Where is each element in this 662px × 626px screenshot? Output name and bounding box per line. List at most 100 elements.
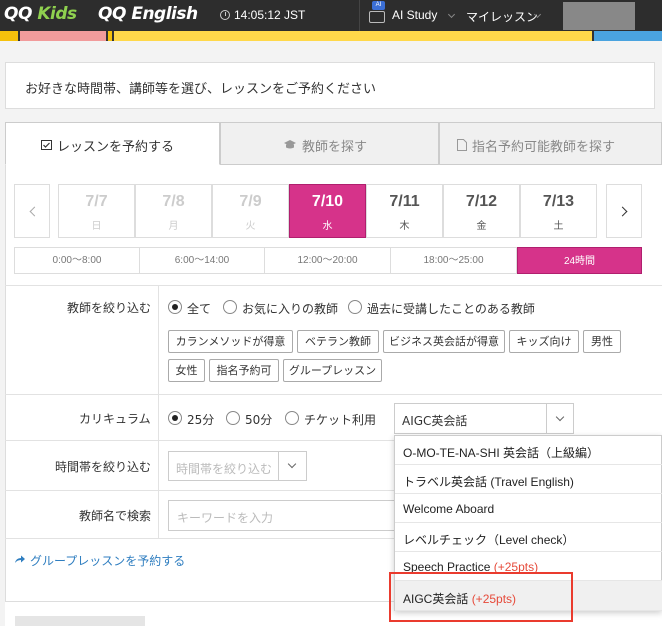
date-7-11[interactable]: 7/11 木: [366, 184, 443, 238]
teacher-filter-label: 教師を絞り込む: [67, 301, 152, 315]
chip-business-english[interactable]: ビジネス英会話が得意: [383, 330, 505, 353]
time-range-selector: 0:00〜8:00 6:00〜14:00 12:00〜20:00 18:00〜2…: [14, 247, 642, 274]
current-time: 14:05:12 JST: [234, 8, 306, 22]
radio-ticket-label[interactable]: チケット利用: [304, 411, 376, 428]
prev-week-button[interactable]: [14, 184, 50, 238]
date-weekday: 月: [168, 221, 179, 232]
time-filter-label: 時間帯を絞り込む: [55, 460, 152, 474]
graduation-cap-icon: [284, 140, 296, 149]
nav-ai-study[interactable]: AI Study: [392, 8, 437, 22]
date-weekday: 水: [322, 221, 333, 232]
curriculum-label: カリキュラム: [79, 412, 151, 426]
dropdown-option-welcome-aboard[interactable]: Welcome Aboard: [395, 494, 662, 523]
banner-segment: [592, 31, 662, 41]
date-number: 7/13: [542, 193, 575, 210]
highlight-annotation-box: [389, 572, 573, 622]
column-divider: [158, 285, 159, 538]
date-number: 7/12: [465, 193, 498, 210]
dropdown-option-travel-english[interactable]: トラベル英会話 (Travel English): [395, 465, 662, 494]
chevron-down-icon: [555, 412, 565, 422]
tab-find-teacher-label: 教師を探す: [302, 140, 368, 155]
radio-50min[interactable]: [226, 411, 240, 425]
banner-segment: [18, 31, 108, 41]
time-range-6-14[interactable]: 6:00〜14:00: [140, 248, 265, 273]
chevron-down-icon: [447, 10, 456, 19]
date-7-8: 7/8 月: [135, 184, 212, 238]
date-7-7: 7/7 日: [58, 184, 135, 238]
date-number: 7/9: [239, 193, 262, 210]
share-arrow-icon: [15, 555, 25, 563]
row-divider: [5, 285, 662, 286]
curriculum-select-value: AIGC英会話: [402, 414, 468, 428]
chevron-left-icon: [29, 206, 40, 217]
radio-25min[interactable]: [168, 411, 182, 425]
radio-past-teachers-label[interactable]: 過去に受講したことのある教師: [367, 300, 535, 317]
date-weekday: 日: [91, 221, 102, 232]
instruction-box: お好きな時間帯、講師等を選び、レッスンをご予約ください: [5, 62, 655, 109]
group-lesson-link[interactable]: グループレッスンを予約する: [30, 552, 185, 569]
option-text: O-MO-TE-NA-SHI 英会話（上級編）: [403, 446, 599, 460]
time-filter-placeholder: 時間帯を絞り込む: [176, 462, 273, 476]
date-7-13[interactable]: 7/13 土: [520, 184, 597, 238]
dropdown-option-omotenashi[interactable]: O-MO-TE-NA-SHI 英会話（上級編）: [395, 436, 662, 465]
chip-designated[interactable]: 指名予約可: [209, 359, 279, 382]
option-text: トラベル英会話 (Travel English): [403, 475, 574, 489]
chip-veteran[interactable]: ベテラン教師: [297, 330, 379, 353]
date-weekday: 土: [553, 221, 564, 232]
calendar-check-icon: [41, 140, 52, 150]
option-text: レベルチェック（Level check）: [403, 533, 575, 547]
radio-favorite-teachers-label[interactable]: お気に入りの教師: [242, 300, 338, 317]
top-navigation-bar: QQ Kids QQ English 14:05:12 JST AI AI St…: [0, 0, 662, 31]
promo-banner[interactable]: [0, 31, 662, 41]
chip-group-lesson[interactable]: グループレッスン: [283, 359, 382, 382]
date-number: 7/11: [389, 193, 420, 210]
account-menu[interactable]: [563, 2, 635, 30]
teacher-name-input[interactable]: キーワードを入力: [168, 500, 408, 531]
next-week-button[interactable]: [606, 184, 642, 238]
clock-icon: [220, 10, 230, 20]
qq-kids-logo[interactable]: QQ Kids: [4, 4, 77, 24]
date-number: 7/10: [311, 193, 344, 210]
document-icon: [457, 139, 467, 151]
radio-all-teachers-label[interactable]: 全て: [187, 300, 211, 317]
ai-study-icon: [369, 11, 385, 23]
teacher-name-placeholder: キーワードを入力: [177, 511, 274, 525]
date-number: 7/8: [162, 193, 185, 210]
qq-english-logo[interactable]: QQ English: [98, 4, 198, 24]
date-7-12[interactable]: 7/12 金: [443, 184, 520, 238]
radio-ticket[interactable]: [285, 411, 299, 425]
date-7-9: 7/9 火: [212, 184, 289, 238]
chip-callan-method[interactable]: カランメソッドが得意: [168, 330, 293, 353]
ai-badge: AI: [372, 1, 385, 10]
radio-favorite-teachers[interactable]: [223, 300, 237, 314]
time-range-12-20[interactable]: 12:00〜20:00: [265, 248, 391, 273]
curriculum-select[interactable]: AIGC英会話: [394, 403, 574, 434]
radio-50min-label[interactable]: 50分: [245, 411, 272, 428]
bottom-placeholder: [15, 616, 145, 626]
dropdown-option-level-check[interactable]: レベルチェック（Level check）: [395, 523, 662, 552]
date-weekday: 木: [399, 221, 410, 232]
select-divider: [546, 404, 547, 433]
chip-female[interactable]: 女性: [168, 359, 205, 382]
tab-book-lesson[interactable]: レッスンを予約する: [5, 122, 220, 165]
radio-past-teachers[interactable]: [348, 300, 362, 314]
banner-segment: [112, 31, 592, 41]
date-weekday: 火: [245, 221, 256, 232]
instruction-text: お好きな時間帯、講師等を選び、レッスンをご予約ください: [25, 82, 377, 97]
time-range-18-25[interactable]: 18:00〜25:00: [391, 248, 517, 273]
radio-25min-label[interactable]: 25分: [187, 411, 214, 428]
teacher-name-label: 教師名で検索: [79, 509, 152, 523]
time-filter-select[interactable]: 時間帯を絞り込む: [168, 451, 307, 481]
header-divider: [359, 0, 360, 31]
chip-male[interactable]: 男性: [583, 330, 621, 353]
radio-all-teachers[interactable]: [168, 300, 182, 314]
time-range-0-8[interactable]: 0:00〜8:00: [15, 248, 140, 273]
chip-kids[interactable]: キッズ向け: [509, 330, 579, 353]
nav-my-lesson[interactable]: マイレッスン: [466, 8, 538, 25]
date-7-10[interactable]: 7/10 水: [289, 184, 366, 238]
tab-designated-teachers-label: 指名予約可能教師を探す: [472, 140, 616, 155]
tab-book-lesson-label: レッスンを予約する: [57, 140, 175, 155]
tab-designated-teachers[interactable]: 指名予約可能教師を探す: [439, 122, 662, 165]
time-range-24h[interactable]: 24時間: [517, 247, 642, 274]
tab-find-teacher[interactable]: 教師を探す: [220, 122, 439, 165]
